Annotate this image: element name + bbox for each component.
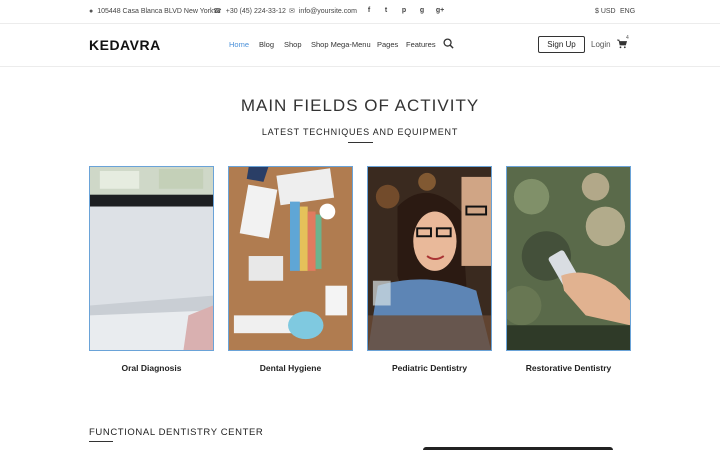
title-divider	[348, 142, 373, 143]
facebook-icon[interactable]: f	[364, 7, 374, 14]
sign-up-button[interactable]: Sign Up	[538, 36, 585, 53]
site-logo[interactable]: KEDAVRA	[89, 37, 161, 53]
monitor-photo	[90, 167, 213, 350]
login-link[interactable]: Login	[591, 40, 611, 49]
top-info-bar: ● 105448 Casa Blanca BLVD New York ☎ +30…	[0, 0, 720, 24]
map-marker-icon: ●	[89, 8, 94, 15]
search-icon[interactable]	[443, 38, 454, 49]
card-title-restorative-dentistry[interactable]: Restorative Dentistry	[506, 363, 631, 373]
nav-pages[interactable]: Pages	[377, 40, 398, 49]
nav-home[interactable]: Home	[229, 40, 249, 49]
email-text[interactable]: info@yoursite.com	[299, 8, 357, 15]
currency-selector[interactable]: $ USD	[595, 8, 616, 15]
nav-blog[interactable]: Blog	[259, 40, 274, 49]
currency-text[interactable]: $ USD	[595, 8, 616, 15]
cart-count-badge: 4	[626, 35, 629, 41]
main-navbar: KEDAVRA Home Blog Shop Shop Mega-Menu Pa…	[0, 24, 720, 67]
section-subtitle: LATEST TECHNIQUES AND EQUIPMENT	[261, 127, 459, 137]
twitter-icon[interactable]: t	[381, 7, 391, 14]
nav-shop-mega-menu[interactable]: Shop Mega-Menu	[311, 40, 371, 49]
email-info[interactable]: ✉ info@yoursite.com	[289, 8, 357, 15]
card-image-restorative-dentistry[interactable]	[506, 166, 631, 351]
phone-text[interactable]: +30 (45) 224-33-12	[226, 8, 286, 15]
phone-hand-photo	[507, 167, 630, 350]
language-selector[interactable]: ENG	[620, 8, 635, 15]
google-plus-icon[interactable]: g+	[435, 7, 445, 14]
couple-photo	[368, 167, 491, 350]
address-text: 105448 Casa Blanca BLVD New York	[97, 8, 214, 15]
phone-info[interactable]: ☎ +30 (45) 224-33-12	[213, 8, 286, 15]
pinterest-icon[interactable]: p	[399, 7, 409, 14]
nav-features[interactable]: Features	[406, 40, 436, 49]
card-image-pediatric-dentistry[interactable]	[367, 166, 492, 351]
card-title-oral-diagnosis[interactable]: Oral Diagnosis	[89, 363, 214, 373]
section-title: MAIN FIELDS OF ACTIVITY	[240, 96, 480, 115]
card-title-dental-hygiene[interactable]: Dental Hygiene	[228, 363, 353, 373]
address-info: ● 105448 Casa Blanca BLVD New York	[89, 8, 213, 15]
card-image-dental-hygiene[interactable]	[228, 166, 353, 351]
language-text[interactable]: ENG	[620, 8, 635, 15]
nav-shop[interactable]: Shop	[284, 40, 302, 49]
heading-divider	[89, 441, 113, 442]
github-icon[interactable]: g	[417, 7, 427, 14]
functional-center-heading: FUNCTIONAL DENTISTRY CENTER	[89, 427, 264, 438]
phone-icon: ☎	[213, 8, 222, 15]
envelope-icon: ✉	[289, 8, 295, 15]
desk-photo	[229, 167, 352, 350]
card-title-pediatric-dentistry[interactable]: Pediatric Dentistry	[367, 363, 492, 373]
card-image-oral-diagnosis[interactable]	[89, 166, 214, 351]
